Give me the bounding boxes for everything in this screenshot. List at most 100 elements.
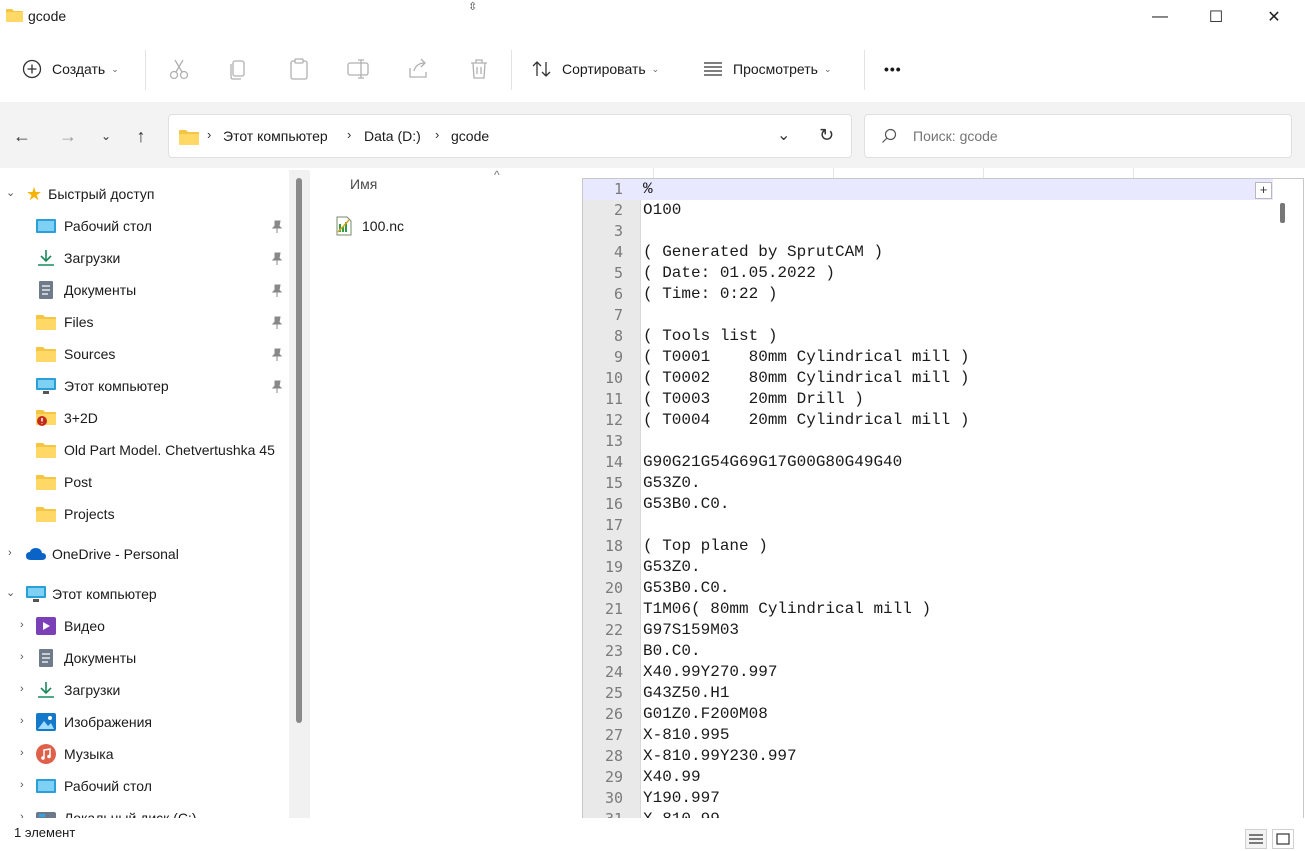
line-number: 18 xyxy=(604,537,623,555)
code-text: G01Z0.F200M08 xyxy=(643,705,768,723)
folder-icon xyxy=(6,9,23,22)
nc-file-icon xyxy=(336,216,352,236)
new-label: Создать xyxy=(52,61,106,77)
preview-pane[interactable]: 1% 2 O100 3 4( Generated by SprutCAM ) 5( Dat… xyxy=(582,178,1304,834)
tiles-view-button[interactable] xyxy=(1272,829,1294,849)
sidebar-item-pc-documents[interactable]: Документы xyxy=(36,642,136,674)
sidebar-item-projects[interactable]: Projects xyxy=(36,498,115,530)
line-number: 1 xyxy=(613,180,623,198)
line-number: 3 xyxy=(613,222,623,240)
sidebar-item-old-part-model[interactable]: Old Part Model. Chetvertushka 45 xyxy=(36,434,275,466)
collapse-chevron-icon[interactable]: ⌄ xyxy=(6,186,15,199)
sidebar-item-quick-access[interactable]: ★ Быстрый доступ xyxy=(26,178,154,210)
code-text: O100 xyxy=(643,201,682,219)
breadcrumb-this-pc[interactable]: Этот компьютер xyxy=(223,128,328,144)
pin-icon[interactable] xyxy=(270,252,284,266)
sidebar-scrollbar[interactable] xyxy=(289,170,310,818)
sidebar-item-label: Видео xyxy=(64,618,105,634)
sidebar-item-post[interactable]: Post xyxy=(36,466,92,498)
minimize-icon: — xyxy=(1152,8,1168,25)
search-input[interactable] xyxy=(913,125,1273,147)
delete-icon[interactable] xyxy=(466,56,492,82)
code-line: 8 ( Tools list ) xyxy=(583,326,1273,347)
expand-chevron-icon[interactable]: › xyxy=(20,811,24,818)
up-button[interactable]: ↑ xyxy=(127,122,155,150)
expand-chevron-icon[interactable]: › xyxy=(8,547,12,559)
status-bar: 1 элемент xyxy=(0,818,1305,851)
maximize-button[interactable]: ☐ xyxy=(1187,0,1245,34)
rename-icon[interactable] xyxy=(346,56,372,82)
address-dropdown-icon[interactable]: ⌄ xyxy=(777,125,790,145)
sidebar-item-sources[interactable]: Sources xyxy=(36,338,115,370)
expand-chevron-icon[interactable]: › xyxy=(20,747,24,759)
forward-button[interactable]: → xyxy=(54,122,82,150)
collapse-chevron-icon[interactable]: ⌄ xyxy=(6,586,15,599)
cut-icon[interactable] xyxy=(166,56,192,82)
sidebar-scrollbar-thumb[interactable] xyxy=(296,178,302,723)
chevron-down-icon: ⌄ xyxy=(111,63,119,74)
pin-icon[interactable] xyxy=(270,380,284,394)
sidebar-item-pc-downloads[interactable]: Загрузки xyxy=(36,674,120,706)
preview-scrollbar-thumb[interactable] xyxy=(1280,203,1285,223)
sidebar-item-music[interactable]: Музыка xyxy=(36,738,114,770)
star-icon: ★ xyxy=(26,183,43,204)
back-button[interactable]: ← xyxy=(8,122,36,150)
sidebar-item-this-pc-pinned[interactable]: Этот компьютер xyxy=(36,370,169,402)
expand-chevron-icon[interactable]: › xyxy=(20,651,24,663)
file-row[interactable]: 100.nc xyxy=(334,212,404,240)
column-header-name[interactable]: Имя xyxy=(350,176,377,192)
breadcrumb-gcode[interactable]: gcode xyxy=(451,128,489,144)
view-label: Просмотреть xyxy=(733,61,818,77)
expand-chevron-icon[interactable]: › xyxy=(20,683,24,695)
sidebar-item-files[interactable]: Files xyxy=(36,306,94,338)
sidebar-item-local-disk-c[interactable]: Локальный диск (C:) xyxy=(36,802,197,818)
expand-chevron-icon[interactable]: › xyxy=(20,619,24,631)
close-button[interactable]: ✕ xyxy=(1245,0,1303,34)
refresh-icon[interactable]: ↻ xyxy=(819,125,834,146)
sidebar-item-videos[interactable]: Видео xyxy=(36,610,105,642)
details-view-button[interactable] xyxy=(1245,829,1267,849)
pin-icon[interactable] xyxy=(270,316,284,330)
minimize-button[interactable]: — xyxy=(1131,0,1189,34)
maximize-icon: ☐ xyxy=(1208,9,1224,26)
view-button[interactable]: Просмотреть ⌄ xyxy=(703,56,832,82)
expand-chevron-icon[interactable]: › xyxy=(20,715,24,727)
share-icon[interactable] xyxy=(406,56,432,82)
pin-icon[interactable] xyxy=(270,284,284,298)
code-text: G53B0.C0. xyxy=(643,579,730,597)
pin-icon[interactable] xyxy=(270,220,284,234)
copy-icon[interactable] xyxy=(226,56,252,82)
sidebar-item-documents[interactable]: Документы xyxy=(36,274,136,306)
pin-icon[interactable] xyxy=(270,348,284,362)
line-number: 25 xyxy=(604,684,623,702)
address-bar[interactable]: › Этот компьютер › Data (D:) › gcode ⌄ ↻ xyxy=(168,114,852,158)
desktop-icon xyxy=(36,779,56,793)
sidebar-item-downloads[interactable]: Загрузки xyxy=(36,242,120,274)
close-icon: ✕ xyxy=(1267,9,1281,26)
code-text: ( Generated by SprutCAM ) xyxy=(643,243,884,261)
sort-button[interactable]: Сортировать ⌄ xyxy=(531,56,659,82)
sidebar-item-desktop[interactable]: Рабочий стол xyxy=(36,210,152,242)
recent-locations-button[interactable]: ⌄ xyxy=(92,122,120,150)
sidebar-item-3-2d[interactable]: 3+2D xyxy=(36,402,98,434)
paste-icon[interactable] xyxy=(286,56,312,82)
line-number: 15 xyxy=(604,474,623,492)
video-icon xyxy=(36,617,56,635)
code-line: 1% xyxy=(583,179,1273,200)
sidebar-item-label: Загрузки xyxy=(64,250,121,266)
expand-chevron-icon[interactable]: › xyxy=(20,779,24,791)
preview-scrollbar[interactable] xyxy=(1273,179,1303,833)
code-line: 23 B0.C0. xyxy=(583,641,1273,662)
more-options-button[interactable]: ••• xyxy=(884,56,902,82)
line-number: 17 xyxy=(604,516,623,534)
sidebar-item-this-pc[interactable]: Этот компьютер xyxy=(26,578,157,610)
preview-expand-button[interactable]: + xyxy=(1255,182,1272,199)
search-box[interactable] xyxy=(864,114,1292,158)
title-bar: gcode ⇳ — ☐ ✕ xyxy=(0,0,1305,34)
computer-icon xyxy=(36,378,56,394)
new-button[interactable]: Создать ⌄ xyxy=(22,56,119,82)
sidebar-item-pictures[interactable]: Изображения xyxy=(36,706,152,738)
breadcrumb-data-drive[interactable]: Data (D:) xyxy=(364,128,421,144)
sidebar-item-pc-desktop[interactable]: Рабочий стол xyxy=(36,770,152,802)
sidebar-item-onedrive[interactable]: OneDrive - Personal xyxy=(26,538,179,570)
